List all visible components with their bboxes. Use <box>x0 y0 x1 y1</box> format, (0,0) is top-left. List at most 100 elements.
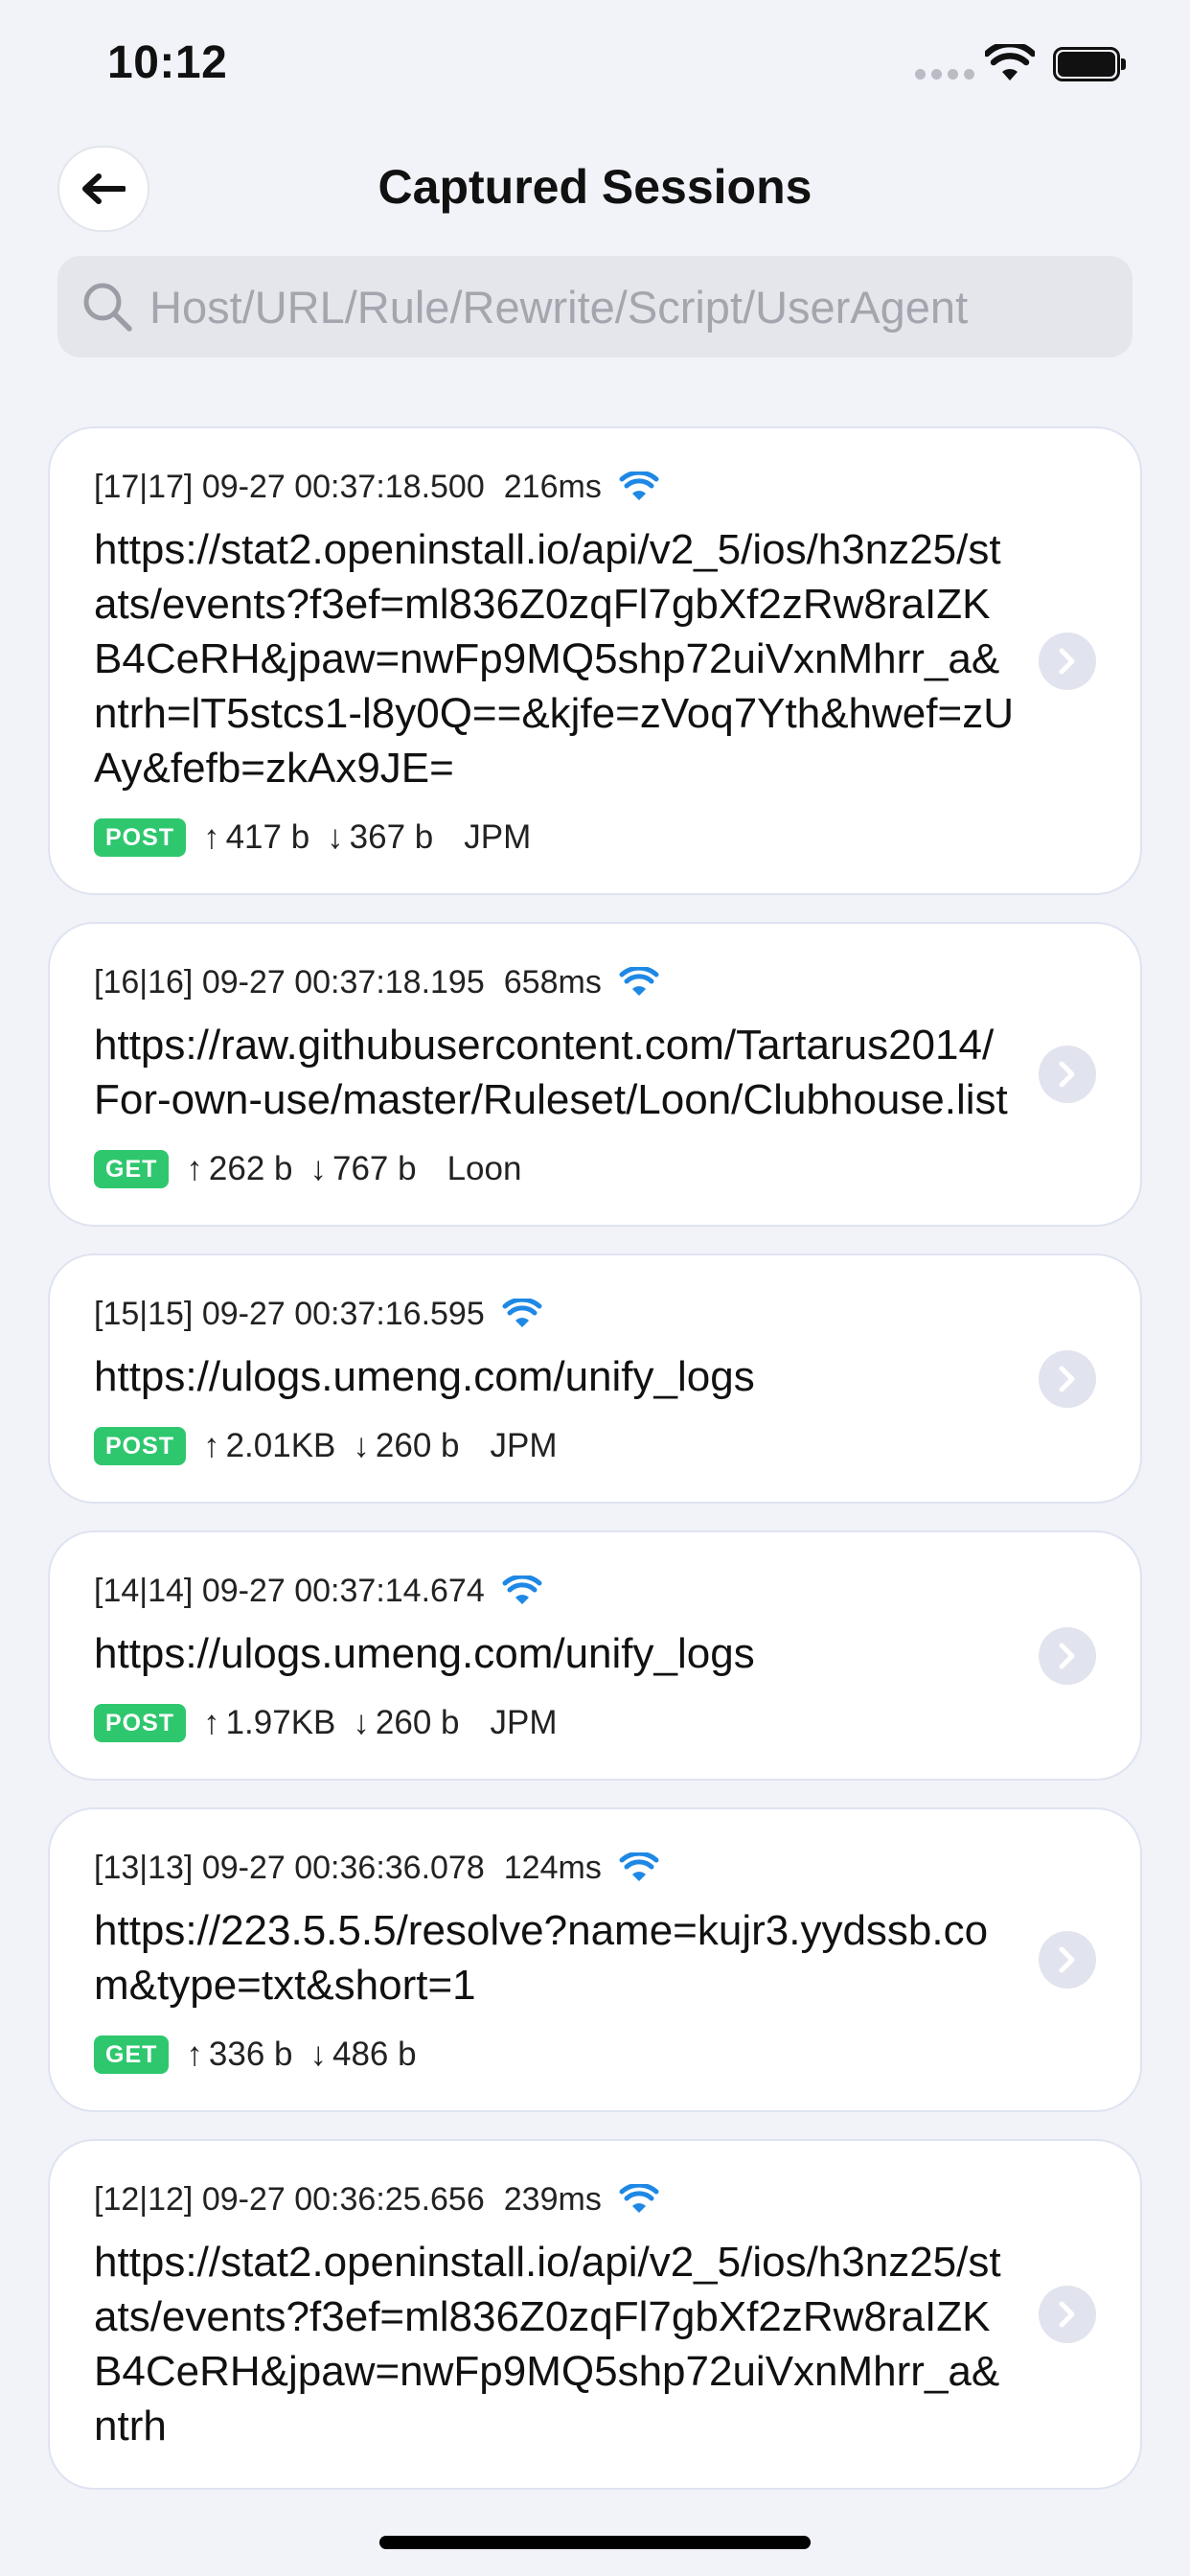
download-size: ↓ 260 b <box>353 1704 459 1742</box>
session-footer: POST ↑ 417 b ↓ 367 b JPM <box>94 816 1016 859</box>
method-badge: POST <box>94 818 187 857</box>
arrow-down-icon: ↓ <box>309 1150 328 1187</box>
status-time: 10:12 <box>107 37 228 88</box>
session-card[interactable]: [17|17] 09-27 00:37:18.500 216ms https:/… <box>48 426 1142 895</box>
arrow-up-icon: ↑ <box>203 1427 220 1464</box>
session-duration: 658ms <box>503 963 602 1000</box>
home-indicator <box>379 2536 811 2549</box>
session-card[interactable]: [12|12] 09-27 00:36:25.656 239ms https:/… <box>48 2139 1142 2490</box>
session-id: [14|14] <box>94 1572 194 1609</box>
session-time: 09-27 00:36:36.078 <box>201 1849 485 1886</box>
upload-size: ↑ 417 b <box>203 818 309 857</box>
session-meta: [12|12] 09-27 00:36:25.656 239ms <box>94 2177 1016 2221</box>
session-detail-button[interactable] <box>1039 1349 1096 1408</box>
session-policy: Loon <box>446 1150 522 1187</box>
download-size: ↓ 260 b <box>353 1427 459 1465</box>
download-size-value: 260 b <box>375 1427 460 1464</box>
download-size-value: 260 b <box>375 1704 460 1741</box>
chevron-right-icon <box>1059 648 1075 674</box>
arrow-up-icon: ↑ <box>186 2036 203 2073</box>
session-meta: [13|13] 09-27 00:36:36.078 124ms <box>94 1846 1016 1890</box>
upload-size-value: 417 b <box>225 818 310 856</box>
session-url: https://stat2.openinstall.io/api/v2_5/io… <box>94 526 1014 792</box>
session-meta: [16|16] 09-27 00:37:18.195 658ms <box>94 960 1016 1004</box>
method-badge: POST <box>94 1427 187 1465</box>
download-size: ↓ 767 b <box>310 1150 417 1188</box>
chevron-right-icon <box>1059 1946 1075 1973</box>
download-size-value: 767 b <box>332 1150 417 1187</box>
session-url: https://ulogs.umeng.com/unify_logs <box>94 1353 755 1400</box>
upload-size: ↑ 2.01KB <box>203 1427 335 1465</box>
session-time: 09-27 00:37:14.674 <box>201 1572 485 1609</box>
session-url: https://223.5.5.5/resolve?name=kujr3.yyd… <box>94 1907 989 2009</box>
upload-size: ↑ 336 b <box>186 2036 292 2074</box>
search-icon <box>79 278 136 335</box>
chevron-right-icon <box>1059 1061 1075 1088</box>
search-bar[interactable] <box>57 256 1133 357</box>
session-duration: 124ms <box>503 1849 602 1886</box>
chevron-right-icon <box>1059 2301 1075 2328</box>
session-time: 09-27 00:37:18.500 <box>201 468 485 505</box>
session-meta: [14|14] 09-27 00:37:14.674 <box>94 1569 1016 1613</box>
upload-size: ↑ 262 b <box>186 1150 292 1188</box>
arrow-down-icon: ↓ <box>327 818 344 856</box>
cellular-signal-icon <box>915 69 974 80</box>
session-card[interactable]: [14|14] 09-27 00:37:14.674 https://ulogs… <box>48 1530 1142 1781</box>
session-card[interactable]: [16|16] 09-27 00:37:18.195 658ms https:/… <box>48 922 1142 1227</box>
wifi-icon <box>619 2184 659 2215</box>
session-url: https://stat2.openinstall.io/api/v2_5/io… <box>94 2239 1001 2450</box>
session-card[interactable]: [13|13] 09-27 00:36:36.078 124ms https:/… <box>48 1807 1142 2112</box>
session-detail-button[interactable] <box>1039 632 1096 690</box>
session-detail-button[interactable] <box>1039 1046 1096 1103</box>
session-detail-button[interactable] <box>1039 2286 1096 2343</box>
arrow-up-icon: ↑ <box>186 1150 203 1187</box>
method-badge: GET <box>94 1150 170 1188</box>
session-policy: JPM <box>464 818 532 856</box>
session-footer: POST ↑ 1.97KB ↓ 260 b JPM <box>94 1702 1016 1744</box>
session-url: https://raw.githubusercontent.com/Tartar… <box>94 1022 1008 1123</box>
session-url: https://ulogs.umeng.com/unify_logs <box>94 1630 755 1677</box>
battery-icon <box>1053 47 1126 81</box>
wifi-icon <box>619 967 659 998</box>
upload-size-value: 2.01KB <box>225 1427 336 1464</box>
session-time: 09-27 00:37:18.195 <box>201 963 485 1000</box>
session-id: [15|15] <box>94 1295 194 1332</box>
session-card[interactable]: [15|15] 09-27 00:37:16.595 https://ulogs… <box>48 1254 1142 1504</box>
session-id: [12|12] <box>94 2180 194 2218</box>
session-id: [17|17] <box>94 468 194 505</box>
wifi-icon <box>502 1299 542 1329</box>
wifi-icon <box>619 1852 659 1883</box>
search-input[interactable] <box>149 280 1088 334</box>
upload-size-value: 336 b <box>208 2036 293 2073</box>
session-duration: 239ms <box>503 2180 602 2218</box>
upload-size: ↑ 1.97KB <box>203 1704 335 1742</box>
upload-size-value: 1.97KB <box>225 1704 336 1741</box>
arrow-down-icon: ↓ <box>353 1704 370 1741</box>
arrow-down-icon: ↓ <box>309 2036 328 2073</box>
session-duration: 216ms <box>503 468 602 505</box>
arrow-down-icon: ↓ <box>353 1427 370 1464</box>
arrow-up-icon: ↑ <box>203 818 220 856</box>
download-size: ↓ 367 b <box>327 818 433 857</box>
session-footer: POST ↑ 2.01KB ↓ 260 b JPM <box>94 1425 1016 1467</box>
session-detail-button[interactable] <box>1039 1626 1096 1685</box>
chevron-right-icon <box>1059 1643 1075 1668</box>
download-size-value: 486 b <box>332 2036 417 2073</box>
download-size-value: 367 b <box>349 818 434 856</box>
session-meta: [17|17] 09-27 00:37:18.500 216ms <box>94 465 1016 509</box>
session-detail-button[interactable] <box>1039 1931 1096 1989</box>
wifi-icon <box>502 1576 542 1606</box>
session-footer: GET ↑ 262 b ↓ 767 b Loon <box>94 1148 1016 1190</box>
status-bar: 10:12 <box>0 0 1190 134</box>
method-badge: GET <box>94 2036 170 2074</box>
session-policy: JPM <box>490 1704 558 1741</box>
session-policy: JPM <box>490 1427 558 1464</box>
session-id: [16|16] <box>94 963 194 1000</box>
wifi-status-icon <box>983 40 1037 87</box>
upload-size-value: 262 b <box>208 1150 293 1187</box>
session-footer: GET ↑ 336 b ↓ 486 b <box>94 2034 1016 2076</box>
session-time: 09-27 00:37:16.595 <box>201 1295 485 1332</box>
session-list: [17|17] 09-27 00:37:18.500 216ms https:/… <box>48 426 1142 2517</box>
wifi-icon <box>619 472 659 502</box>
method-badge: POST <box>94 1704 187 1742</box>
